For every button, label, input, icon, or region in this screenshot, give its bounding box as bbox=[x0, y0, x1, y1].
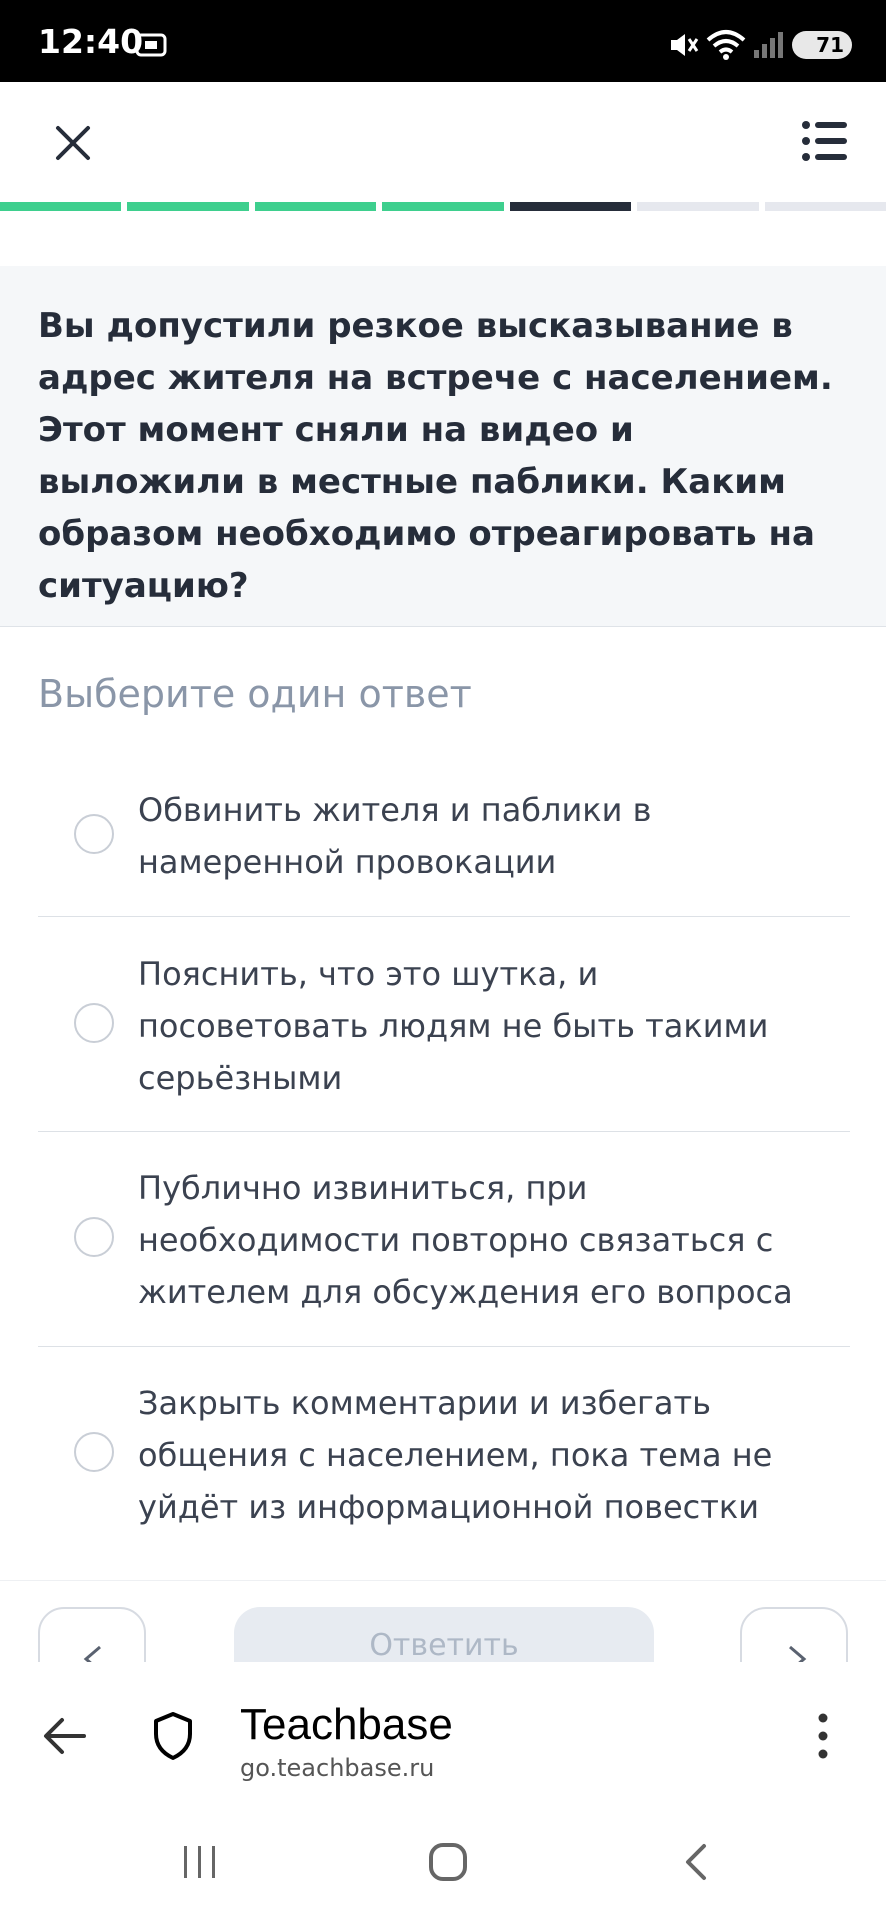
progress-segment-done bbox=[254, 202, 377, 211]
radio-button[interactable] bbox=[74, 1003, 114, 1043]
list-menu-icon[interactable] bbox=[800, 116, 850, 166]
home-icon[interactable] bbox=[426, 1840, 470, 1884]
option-text: Закрыть комментарии и избегать общения с… bbox=[138, 1384, 773, 1526]
previous-button[interactable] bbox=[38, 1607, 146, 1663]
progress-segment-done bbox=[127, 202, 249, 211]
answer-option-1[interactable]: Обвинить жителя и паблики в намеренной п… bbox=[38, 776, 850, 916]
screenshot-icon bbox=[135, 33, 167, 57]
action-bar: Ответить bbox=[0, 1580, 886, 1663]
system-back-icon[interactable] bbox=[676, 1840, 716, 1884]
progress-segment-todo bbox=[637, 202, 759, 211]
recent-apps-icon[interactable] bbox=[178, 1842, 222, 1882]
answer-option-2[interactable]: Пояснить, что это шутка, и посоветовать … bbox=[38, 940, 850, 1130]
signal-icon bbox=[754, 32, 783, 58]
progress-segment-todo bbox=[764, 202, 886, 211]
next-button[interactable] bbox=[740, 1607, 848, 1663]
instruction-text: Выберите один ответ bbox=[38, 672, 472, 716]
option-text: Публично извиниться, при необходимости п… bbox=[138, 1169, 793, 1311]
progress-segment-done bbox=[382, 202, 504, 211]
battery-indicator: 71 bbox=[792, 31, 852, 59]
more-options-icon[interactable] bbox=[808, 1710, 838, 1762]
radio-button[interactable] bbox=[74, 1432, 114, 1472]
answer-option-3[interactable]: Публично извиниться, при необходимости п… bbox=[38, 1154, 850, 1344]
status-time: 12:40 bbox=[38, 22, 144, 61]
divider bbox=[38, 1346, 850, 1347]
status-bar: 12:40 71 bbox=[0, 0, 886, 82]
chevron-right-icon bbox=[789, 1645, 807, 1663]
progress-segment-done bbox=[0, 202, 122, 211]
shield-icon[interactable] bbox=[150, 1710, 196, 1762]
site-url: go.teachbase.ru bbox=[240, 1754, 435, 1782]
answer-option-4[interactable]: Закрыть комментарии и избегать общения с… bbox=[38, 1369, 850, 1559]
chevron-left-icon bbox=[83, 1645, 101, 1663]
close-button[interactable] bbox=[48, 118, 98, 168]
answer-button[interactable]: Ответить bbox=[234, 1607, 654, 1663]
progress-segment-current bbox=[509, 202, 632, 211]
option-text: Обвинить жителя и паблики в намеренной п… bbox=[138, 791, 652, 881]
progress-bar bbox=[0, 202, 886, 212]
divider bbox=[38, 1131, 850, 1132]
site-title: Teachbase bbox=[240, 1700, 453, 1749]
back-arrow-icon[interactable] bbox=[40, 1714, 90, 1758]
wifi-icon bbox=[706, 30, 746, 60]
radio-button[interactable] bbox=[74, 1217, 114, 1257]
question-text: Вы допустили резкое высказывание в адрес… bbox=[38, 306, 833, 606]
mute-icon bbox=[671, 34, 699, 56]
divider bbox=[38, 916, 850, 917]
radio-button[interactable] bbox=[74, 814, 114, 854]
battery-level: 71 bbox=[816, 33, 844, 57]
option-text: Пояснить, что это шутка, и посоветовать … bbox=[138, 955, 769, 1097]
